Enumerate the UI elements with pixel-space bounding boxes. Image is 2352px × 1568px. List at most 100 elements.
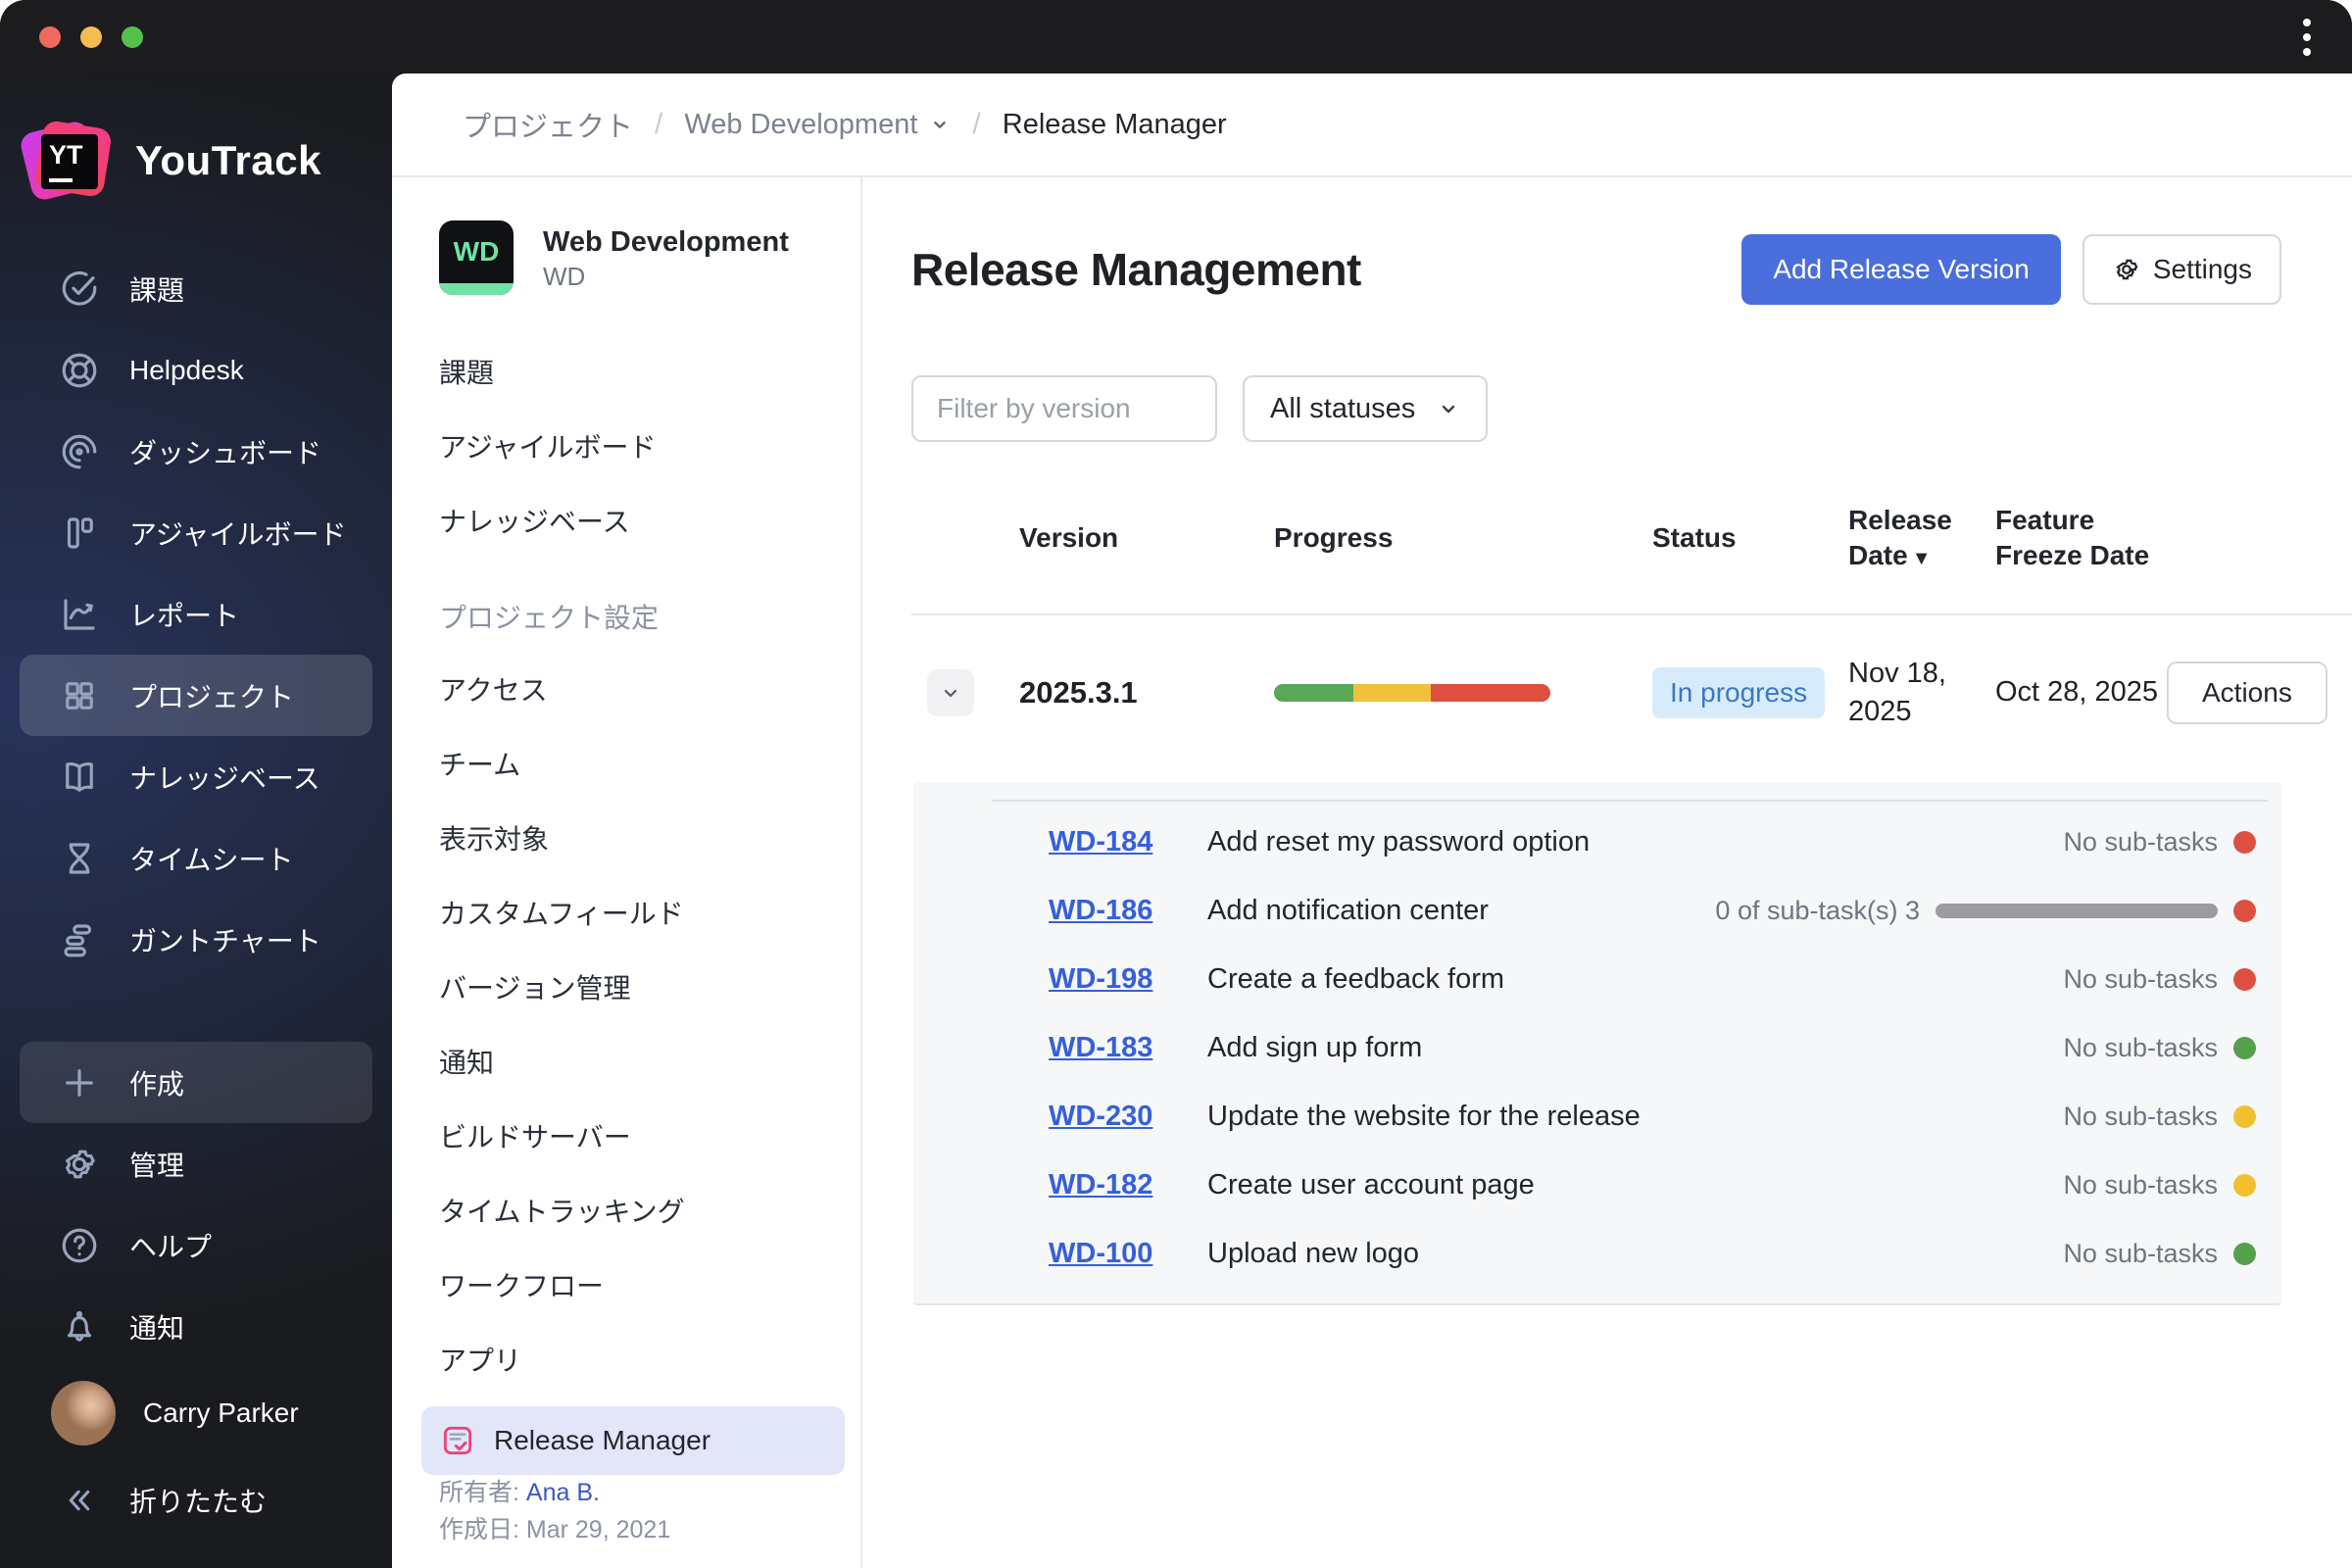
issue-link[interactable]: WD-184	[1049, 826, 1203, 858]
task-row: WD-182 Create user account page No sub-t…	[913, 1151, 2281, 1219]
priority-dot	[2233, 967, 2256, 991]
project-menu-issues[interactable]: 課題	[439, 334, 831, 409]
expand-release-button[interactable]	[927, 668, 974, 716]
collapse-sidebar-button[interactable]: 折りたたむ	[20, 1459, 372, 1541]
report-chart-icon	[64, 598, 95, 630]
issue-link[interactable]: WD-230	[1049, 1101, 1203, 1133]
logo-text: YouTrack	[135, 137, 321, 183]
knowledge-book-icon	[66, 761, 93, 792]
status-badge: In progress	[1652, 666, 1826, 718]
issue-link[interactable]: WD-186	[1049, 895, 1203, 927]
chevron-down-icon	[1443, 405, 1455, 414]
priority-dot	[2233, 1036, 2256, 1059]
gantt-icon	[64, 923, 92, 956]
projects-grid-icon	[66, 681, 93, 710]
project-settings-header: プロジェクト設定	[439, 603, 660, 633]
project-panel: WD Web Development WD 課題 アジャイルボード ナレッジベー…	[392, 177, 862, 1568]
page-title: Release Management	[911, 244, 1361, 295]
agile-board-icon	[67, 516, 93, 549]
project-menu-access[interactable]: アクセス	[439, 652, 831, 726]
project-menu-team[interactable]: チーム	[439, 726, 831, 801]
feature-freeze-date: Oct 28, 2025	[1995, 676, 2159, 709]
project-header: WD Web Development WD	[439, 220, 831, 295]
project-menu-notifications[interactable]: 通知	[439, 1024, 831, 1099]
add-release-version-button[interactable]: Add Release Version	[1741, 234, 2061, 305]
sidebar-item-helpdesk[interactable]: Helpdesk	[20, 329, 372, 411]
window-controls	[39, 25, 143, 48]
status-filter-select[interactable]: All statuses	[1243, 375, 1489, 442]
release-manager-icon	[443, 1426, 472, 1455]
lifebuoy-icon	[62, 353, 97, 387]
project-menu-workflow[interactable]: ワークフロー	[439, 1248, 831, 1322]
breadcrumb-project-selector[interactable]: Web Development	[684, 109, 951, 141]
priority-dot	[2233, 1104, 2256, 1128]
task-row: WD-230 Update the website for the releas…	[913, 1082, 2281, 1151]
sidebar-item-administration[interactable]: 管理	[20, 1123, 372, 1204]
sidebar-item-notifications[interactable]: 通知	[20, 1286, 372, 1367]
task-row: WD-186 Add notification center 0 of sub-…	[913, 876, 2281, 945]
project-menu-release-manager[interactable]: Release Manager	[421, 1406, 845, 1475]
column-release-date[interactable]: Release Date ▼	[1848, 503, 1995, 574]
project-menu-agile-boards[interactable]: アジャイルボード	[439, 409, 831, 483]
release-management-main: Release Management Add Release Version S…	[862, 177, 2352, 1568]
issue-link[interactable]: WD-182	[1049, 1169, 1203, 1201]
user-menu[interactable]: Carry Parker	[20, 1367, 372, 1459]
column-progress: Progress	[1274, 522, 1394, 554]
issues-check-icon	[62, 270, 97, 306]
help-icon	[62, 1228, 97, 1262]
actions-button[interactable]: Actions	[2167, 661, 2328, 724]
project-menu-visibility[interactable]: 表示対象	[439, 801, 831, 875]
sidebar-bottom-nav: 作成 管理 ヘルプ 通知 Carry Parker 折りたたむ	[0, 1042, 392, 1541]
bell-icon	[67, 1310, 92, 1342]
sidebar-item-reports[interactable]: レポート	[20, 573, 372, 655]
zoom-window-button[interactable]	[122, 25, 143, 48]
task-row: WD-100 Upload new logo No sub-tasks	[913, 1219, 2281, 1288]
project-menu-build-servers[interactable]: ビルドサーバー	[439, 1099, 831, 1173]
project-menu-custom-fields[interactable]: カスタムフィールド	[439, 875, 831, 950]
breadcrumb: プロジェクト / Web Development / Release Manag…	[392, 74, 2352, 177]
sidebar-item-timesheets[interactable]: タイムシート	[20, 817, 372, 899]
issue-link[interactable]: WD-100	[1049, 1238, 1203, 1270]
column-status: Status	[1652, 522, 1737, 554]
chevron-down-icon	[944, 689, 957, 698]
sidebar-nav: 課題 Helpdesk ダッシュボード アジャイルボード レポート プロジェクト…	[0, 248, 392, 980]
release-row: 2025.3.1 In progress Nov 18, 2025 Oct 28…	[911, 615, 2352, 731]
task-row: WD-198 Create a feedback form No sub-tas…	[913, 945, 2281, 1013]
breadcrumb-projects[interactable]: プロジェクト	[463, 104, 633, 145]
subtask-progress-bar	[1936, 903, 2218, 918]
breadcrumb-current: Release Manager	[1002, 108, 1227, 140]
sidebar-item-knowledge-base[interactable]: ナレッジベース	[20, 736, 372, 817]
issue-link[interactable]: WD-183	[1049, 1032, 1203, 1064]
sidebar-item-issues[interactable]: 課題	[20, 248, 372, 329]
dashboard-icon	[62, 434, 97, 468]
filter-by-version-input[interactable]	[911, 375, 1217, 442]
owner-link[interactable]: Ana B.	[526, 1479, 600, 1506]
youtrack-logo: YT YouTrack	[0, 91, 392, 248]
project-menu-apps[interactable]: アプリ	[439, 1322, 831, 1396]
sidebar-item-agile-boards[interactable]: アジャイルボード	[20, 492, 372, 573]
sidebar-item-dashboards[interactable]: ダッシュボード	[20, 411, 372, 492]
settings-button[interactable]: Settings	[2082, 234, 2281, 305]
sidebar-item-projects[interactable]: プロジェクト	[20, 655, 372, 736]
sidebar-item-gantt-charts[interactable]: ガントチャート	[20, 899, 372, 980]
kebab-menu-icon[interactable]	[2297, 13, 2317, 62]
release-tasks-panel: WD-184 Add reset my password option No s…	[913, 782, 2281, 1306]
user-name: Carry Parker	[143, 1397, 299, 1428]
minimize-window-button[interactable]	[80, 25, 102, 48]
user-avatar	[51, 1381, 116, 1446]
create-button[interactable]: 作成	[20, 1042, 372, 1123]
project-menu-version-control[interactable]: バージョン管理	[439, 950, 831, 1024]
release-progress-bar	[1274, 683, 1550, 702]
release-version: 2025.3.1	[1019, 674, 1138, 710]
task-row: WD-183 Add sign up form No sub-tasks	[913, 1013, 2281, 1082]
priority-dot	[2233, 899, 2256, 922]
issue-link[interactable]: WD-198	[1049, 963, 1203, 996]
sidebar-item-help[interactable]: ヘルプ	[20, 1204, 372, 1286]
project-short-name: WD	[543, 262, 586, 292]
collapse-double-chevron-icon	[69, 1490, 90, 1510]
close-window-button[interactable]	[39, 25, 61, 48]
column-feature-freeze-date: Feature Freeze Date	[1995, 505, 2150, 571]
project-menu-time-tracking[interactable]: タイムトラッキング	[439, 1173, 831, 1248]
project-name: Web Development	[543, 225, 789, 258]
project-menu-knowledge-base[interactable]: ナレッジベース	[439, 483, 831, 558]
